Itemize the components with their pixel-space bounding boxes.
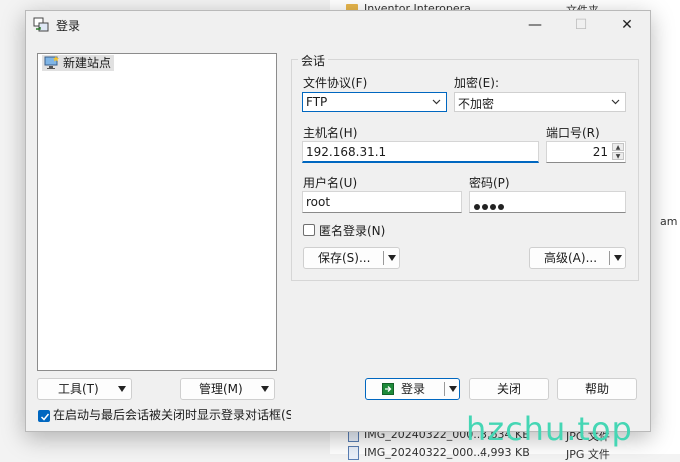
caret-down-icon: [118, 386, 126, 392]
caret-down-icon: [261, 386, 269, 392]
tools-button[interactable]: 工具(T): [37, 378, 132, 400]
login-button[interactable]: 登录: [365, 378, 460, 400]
host-input[interactable]: 192.168.31.1: [302, 141, 539, 163]
username-input[interactable]: root: [302, 191, 462, 213]
close-window-button[interactable]: ✕: [608, 11, 646, 39]
password-dot: [490, 204, 496, 210]
manage-button-label: 管理(M): [199, 382, 243, 396]
spin-up-icon[interactable]: ▲: [612, 143, 624, 151]
minimize-button[interactable]: —: [516, 11, 554, 39]
username-label: 用户名(U): [303, 176, 358, 190]
port-input[interactable]: 21 ▲ ▼: [546, 141, 626, 163]
username-value: root: [306, 195, 331, 209]
title-bar[interactable]: 登录 — ☐ ✕: [26, 11, 650, 39]
anonymous-login-checkbox[interactable]: [303, 224, 315, 236]
background-truncated-text: am: [660, 215, 678, 228]
site-item-label: 新建站点: [63, 56, 112, 70]
tools-button-label: 工具(T): [58, 382, 99, 396]
encryption-select[interactable]: 不加密: [454, 92, 626, 112]
caret-down-icon[interactable]: [388, 255, 396, 261]
save-button-label: 保存(S)...: [318, 251, 371, 265]
chevron-down-icon: [432, 99, 441, 105]
login-dialog: 登录 — ☐ ✕ 新建站点 会话 文件协议(F) FTP 加密(E): 不加密 …: [25, 10, 651, 432]
show-login-on-startup-checkbox[interactable]: [38, 410, 50, 422]
protocol-value: FTP: [306, 95, 328, 109]
manage-button[interactable]: 管理(M): [180, 378, 275, 400]
split-divider: [444, 382, 445, 396]
host-value: 192.168.31.1: [306, 145, 387, 159]
close-button[interactable]: 关闭: [469, 378, 549, 400]
site-item-new-site[interactable]: 新建站点: [42, 55, 115, 71]
advanced-button[interactable]: 高级(A)...: [529, 247, 626, 269]
password-dot: [498, 204, 504, 210]
checkmark-icon: [40, 413, 50, 421]
advanced-button-label: 高级(A)...: [544, 251, 598, 265]
background-file-type: JPG 文件: [566, 448, 610, 461]
protocol-label: 文件协议(F): [303, 76, 368, 90]
encryption-value: 不加密: [458, 97, 495, 111]
dialog-title: 登录: [56, 19, 81, 33]
password-dot: [474, 204, 480, 210]
encryption-label: 加密(E):: [454, 76, 499, 90]
watermark-text: hzchu.top: [466, 410, 633, 448]
jpg-file-icon: [348, 446, 359, 460]
split-divider: [609, 251, 610, 265]
password-label: 密码(P): [469, 176, 510, 190]
maximize-button[interactable]: ☐: [562, 11, 600, 39]
login-icon: [382, 383, 394, 395]
password-input[interactable]: [469, 191, 626, 213]
help-button[interactable]: 帮助: [557, 378, 637, 400]
host-label: 主机名(H): [303, 126, 358, 140]
spin-down-icon[interactable]: ▼: [612, 152, 624, 160]
password-dot: [482, 204, 488, 210]
protocol-select[interactable]: FTP: [302, 92, 447, 112]
port-spinner[interactable]: ▲ ▼: [612, 143, 624, 161]
winscp-app-icon: [33, 17, 49, 32]
port-label: 端口号(R): [546, 126, 600, 140]
session-group-title: 会话: [298, 52, 329, 69]
chevron-down-icon: [611, 99, 620, 105]
save-button[interactable]: 保存(S)...: [303, 247, 400, 269]
login-button-label: 登录: [401, 382, 426, 396]
anonymous-login-label: 匿名登录(N): [319, 224, 386, 238]
password-mask: [474, 199, 506, 213]
show-login-on-startup-label: 在启动与最后会话被关闭时显示登录对话框(S: [53, 408, 291, 422]
split-divider: [383, 251, 384, 265]
new-site-monitor-icon: [44, 56, 59, 69]
site-tree[interactable]: 新建站点: [37, 53, 277, 371]
port-value: 21: [592, 145, 608, 159]
caret-down-icon[interactable]: [449, 386, 457, 392]
caret-down-icon[interactable]: [614, 255, 622, 261]
